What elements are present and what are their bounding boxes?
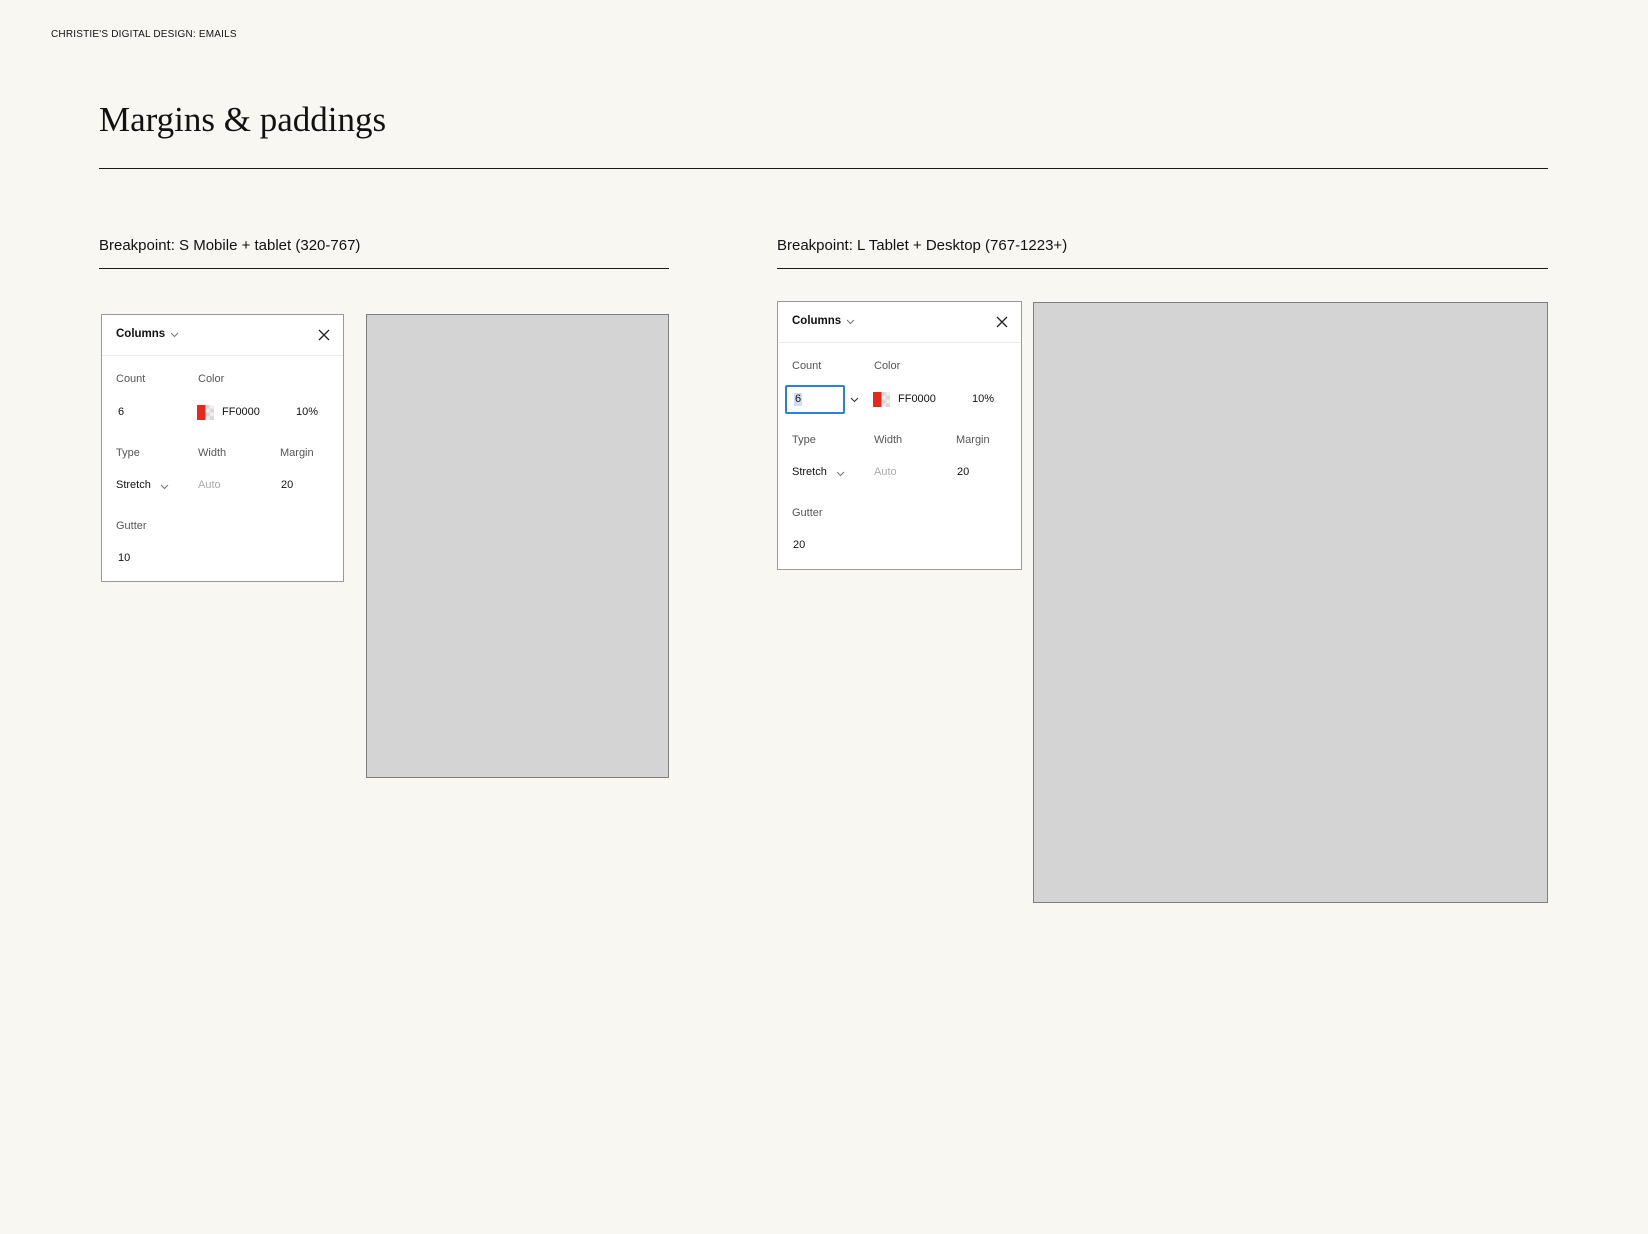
- type-label: Type: [116, 447, 140, 459]
- count-input-value: 6: [794, 393, 803, 406]
- artboard-large: [1033, 302, 1548, 903]
- count-input[interactable]: 6: [118, 406, 124, 418]
- breakpoint-large-heading: Breakpoint: L Tablet + Desktop (767-1223…: [777, 237, 1068, 254]
- width-input[interactable]: Auto: [874, 466, 897, 478]
- color-swatch[interactable]: [197, 405, 214, 420]
- panel-header: Columns: [778, 302, 1021, 343]
- margin-label: Margin: [280, 447, 314, 459]
- margin-label: Margin: [956, 434, 990, 446]
- artboard-small: [366, 314, 669, 778]
- type-select[interactable]: Stretch: [116, 479, 151, 491]
- columns-panel-small: Columns Count Color 6 FF0000 10% Type Wi…: [101, 314, 344, 582]
- close-icon[interactable]: [995, 315, 1009, 329]
- chevron-down-icon[interactable]: [846, 319, 855, 325]
- document-label: CHRISTIE'S DIGITAL DESIGN: EMAILS: [51, 29, 237, 40]
- width-label: Width: [198, 447, 227, 459]
- width-input[interactable]: Auto: [198, 479, 221, 491]
- margin-input[interactable]: 20: [957, 466, 969, 478]
- color-hex-input[interactable]: FF0000: [898, 393, 936, 405]
- panel-header: Columns: [102, 315, 343, 356]
- color-hex-input[interactable]: FF0000: [222, 406, 260, 418]
- chevron-down-icon[interactable]: [160, 484, 169, 490]
- type-label: Type: [792, 434, 816, 446]
- opacity-input[interactable]: 10%: [296, 406, 318, 418]
- title-divider: [99, 168, 1548, 169]
- gutter-input[interactable]: 10: [118, 552, 130, 564]
- chevron-down-icon[interactable]: [170, 332, 179, 338]
- breakpoint-small-divider: [99, 268, 669, 269]
- color-label: Color: [874, 360, 901, 372]
- page-title: Margins & paddings: [99, 100, 387, 139]
- count-input[interactable]: 6: [785, 385, 845, 414]
- gutter-label: Gutter: [792, 507, 823, 519]
- columns-panel-large: Columns Count Color 6 FF0000 10% Type Wi…: [777, 301, 1022, 570]
- close-icon[interactable]: [317, 328, 331, 342]
- panel-title[interactable]: Columns: [792, 315, 841, 327]
- color-swatch[interactable]: [873, 392, 890, 407]
- width-label: Width: [874, 434, 903, 446]
- gutter-input[interactable]: 20: [793, 539, 805, 551]
- chevron-down-icon[interactable]: [836, 471, 845, 477]
- breakpoint-small-heading: Breakpoint: S Mobile + tablet (320-767): [99, 237, 361, 254]
- opacity-input[interactable]: 10%: [972, 393, 994, 405]
- count-label: Count: [792, 360, 822, 372]
- count-label: Count: [116, 373, 146, 385]
- gutter-label: Gutter: [116, 520, 147, 532]
- breakpoint-large-divider: [777, 268, 1548, 269]
- margin-input[interactable]: 20: [281, 479, 293, 491]
- panel-title[interactable]: Columns: [116, 328, 165, 340]
- chevron-down-icon[interactable]: [850, 397, 859, 403]
- color-label: Color: [198, 373, 225, 385]
- type-select[interactable]: Stretch: [792, 466, 827, 478]
